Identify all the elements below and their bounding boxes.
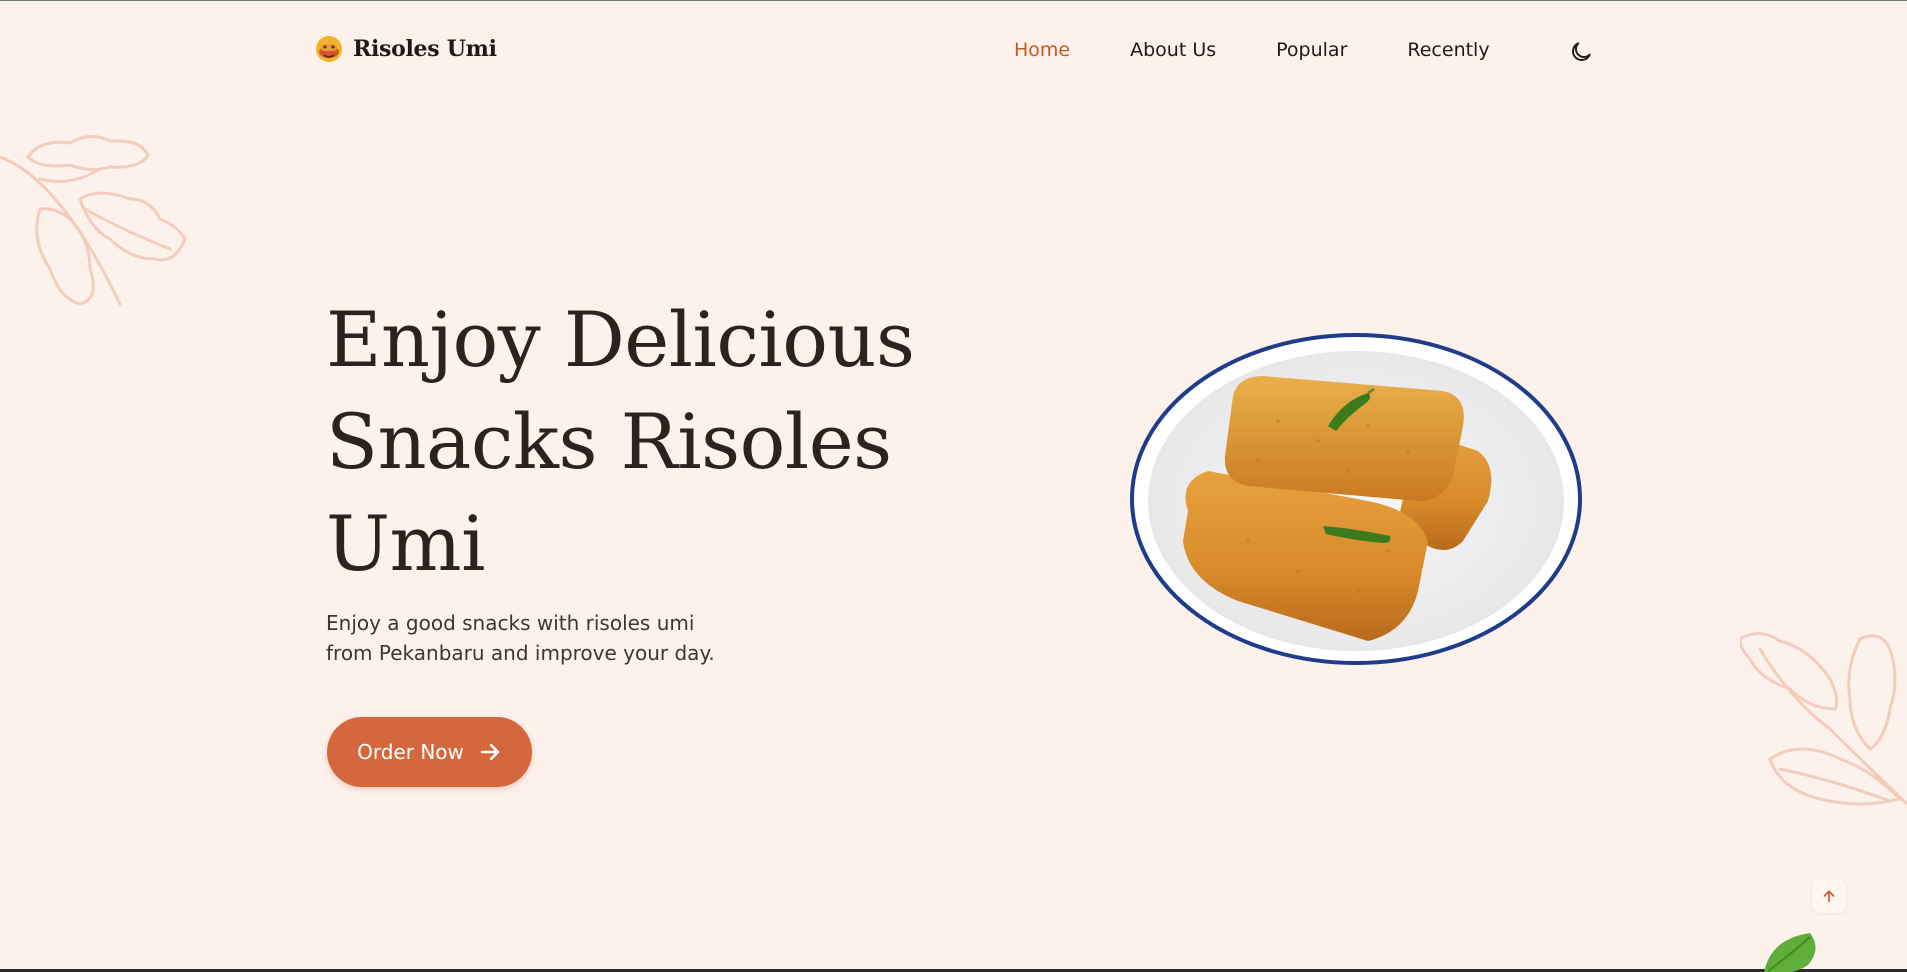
scroll-up-button[interactable] — [1812, 879, 1846, 913]
leaf-decoration-top-left — [0, 135, 187, 306]
nav-item-about-us[interactable]: About Us — [1130, 39, 1216, 61]
risoles-plate-image — [1130, 333, 1582, 665]
arrow-up-icon — [1823, 890, 1835, 903]
green-leaf-decoration — [1764, 933, 1816, 972]
site-header: Risoles Umi Home About Us Popular Recent… — [0, 1, 1907, 101]
brand-logo[interactable]: Risoles Umi — [315, 35, 497, 63]
nav-item-home[interactable]: Home — [1014, 39, 1070, 61]
brand-name: Risoles Umi — [353, 36, 497, 62]
order-now-label: Order Now — [357, 740, 464, 764]
risoles-logo-icon — [316, 36, 342, 62]
leaf-decoration-bottom-right — [1740, 632, 1907, 806]
hero-description: Enjoy a good snacks with risoles umi fro… — [326, 611, 715, 665]
arrow-right-icon — [480, 743, 500, 761]
main-nav: Home About Us Popular Recently — [1014, 39, 1550, 61]
order-now-button[interactable]: Order Now — [327, 717, 532, 787]
moon-icon[interactable] — [1568, 39, 1594, 65]
nav-item-popular[interactable]: Popular — [1276, 39, 1347, 61]
hero-title: Enjoy Delicious Snacks Risoles Umi — [326, 295, 915, 588]
nav-item-recently[interactable]: Recently — [1407, 39, 1489, 61]
